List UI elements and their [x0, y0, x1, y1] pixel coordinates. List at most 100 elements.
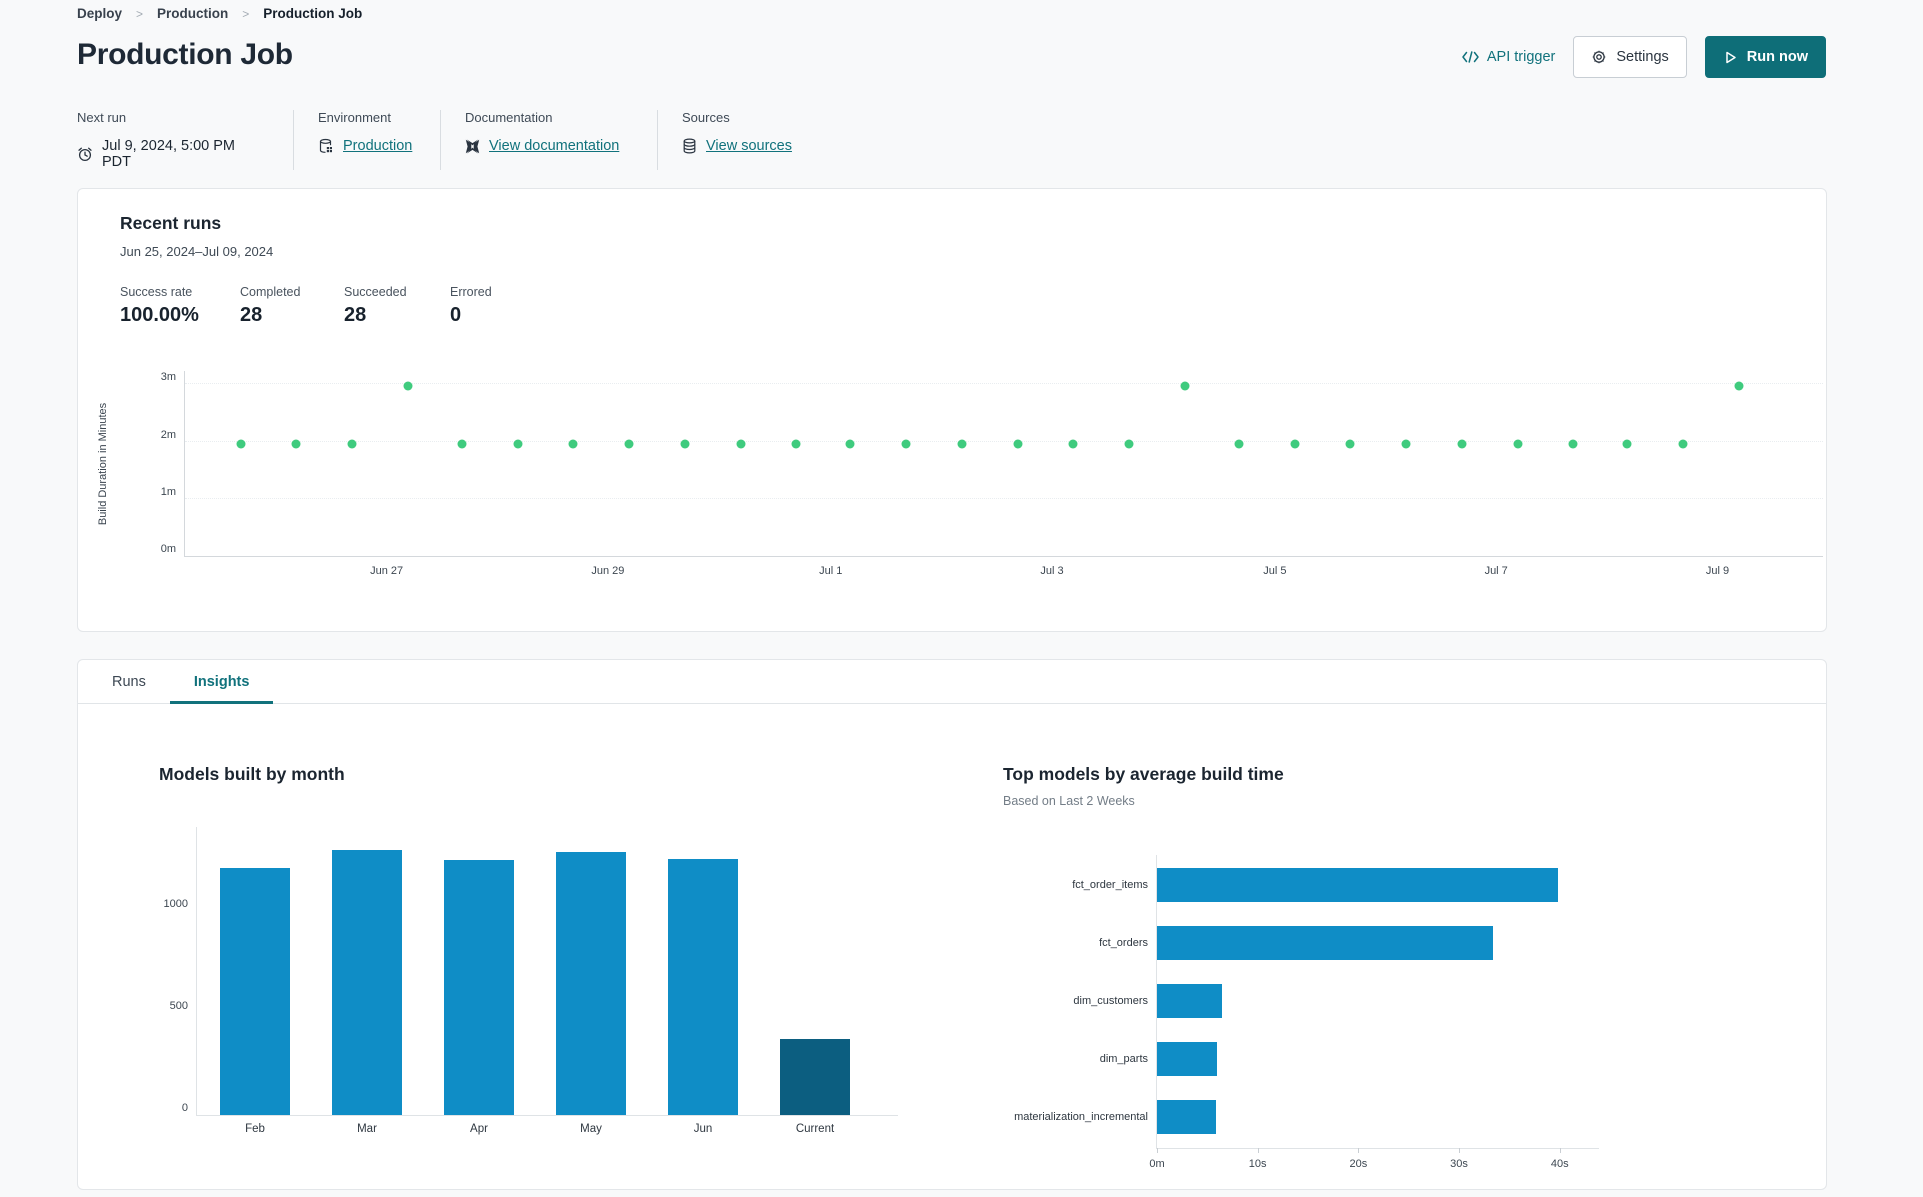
- hbar-axis-tickmark: [1358, 1148, 1360, 1153]
- bar-category-label: Apr: [470, 1123, 488, 1135]
- insights-card: Runs Insights Models built by month Top …: [77, 659, 1827, 1190]
- scatter-gridline: [185, 383, 1823, 385]
- build-duration-scatter-chart: 0m 1m 2m 3m Jun 27 Jun 29 Jul 1 Jul 3 Jul 5 Jul 7…: [161, 371, 1823, 577]
- bar: [444, 860, 514, 1115]
- sources-label: Sources: [682, 110, 730, 125]
- scatter-point: [1124, 439, 1134, 449]
- scatter-point: [1290, 439, 1300, 449]
- next-run-value: Jul 9, 2024, 5:00 PM PDT: [102, 138, 235, 170]
- scatter-point: [403, 381, 413, 391]
- gear-icon: [1591, 49, 1607, 65]
- page-title: Production Job: [77, 38, 293, 71]
- stat-value: 0: [450, 304, 462, 326]
- scatter-point: [1180, 381, 1190, 391]
- scatter-point: [513, 439, 523, 449]
- scatter-point: [1345, 439, 1355, 449]
- meta-next-run: Next run Jul 9, 2024, 5:00 PM PDT: [77, 110, 293, 170]
- bar: [556, 851, 626, 1115]
- bar-category-label: Feb: [245, 1123, 265, 1135]
- recent-runs-stats: Success rate 100.00% Completed 28 Succee…: [120, 285, 492, 327]
- scatter-point: [1068, 439, 1078, 449]
- models-built-chart-title: Models built by month: [159, 764, 345, 784]
- hbar-axis-tickmark: [1559, 1148, 1561, 1153]
- documentation-label: Documentation: [465, 110, 553, 125]
- breadcrumb-production[interactable]: Production: [157, 6, 228, 21]
- view-sources-link[interactable]: View sources: [706, 138, 792, 154]
- scatter-point: [291, 439, 301, 449]
- scatter-ytick-label: 0m: [160, 543, 176, 555]
- scatter-point: [457, 439, 467, 449]
- scatter-point: [1568, 439, 1578, 449]
- scatter-gridline: [185, 497, 1823, 499]
- hbar-axis-tickmark: [1157, 1148, 1158, 1153]
- stat-succeeded: Succeeded 28: [344, 285, 450, 327]
- scatter-point: [957, 439, 967, 449]
- tab-bar: Runs Insights: [78, 660, 1826, 704]
- bar-ytick-label: 500: [169, 1000, 188, 1013]
- bar: [332, 849, 402, 1115]
- top-models-chart-subtitle: Based on Last 2 Weeks: [1003, 794, 1135, 808]
- play-icon: [1723, 50, 1738, 65]
- environment-database-icon: [318, 138, 334, 154]
- scatter-point: [680, 439, 690, 449]
- breadcrumb-separator-icon: >: [242, 6, 250, 21]
- api-trigger-link[interactable]: API trigger: [1462, 49, 1556, 65]
- header-actions: API trigger Settings Run now: [1462, 36, 1826, 78]
- top-models-chart-title: Top models by average build time: [1003, 764, 1284, 784]
- bar-ytick-label: 1000: [163, 898, 188, 911]
- breadcrumb-deploy[interactable]: Deploy: [77, 6, 122, 21]
- environment-link[interactable]: Production: [343, 138, 412, 154]
- scatter-ytick-label: 2m: [160, 428, 176, 441]
- job-meta-row: Next run Jul 9, 2024, 5:00 PM PDT Enviro…: [77, 110, 820, 170]
- scatter-xtick-label: Jul 9: [1705, 565, 1730, 577]
- hbar-category-label: fct_order_items: [1072, 879, 1148, 891]
- meta-environment: Environment Production: [318, 110, 440, 170]
- hbar-xtick-label: 0m: [1149, 1158, 1165, 1170]
- scatter-y-axis-label: Build Duration in Minutes: [97, 402, 110, 526]
- environment-label: Environment: [318, 110, 391, 125]
- scatter-point: [1678, 439, 1688, 449]
- scatter-gridline: [185, 440, 1823, 442]
- run-now-label: Run now: [1746, 49, 1808, 65]
- scatter-point: [1734, 381, 1744, 391]
- bar: [668, 859, 738, 1115]
- hbar-axis-tickmark: [1257, 1148, 1259, 1153]
- production-job-page: Deploy > Production > Production Job Pro…: [0, 0, 1923, 1197]
- bar-category-label: Jun: [693, 1123, 713, 1135]
- hbar-xtick-label: 10s: [1248, 1158, 1267, 1170]
- stat-value: 28: [240, 304, 263, 326]
- next-run-label: Next run: [77, 110, 127, 125]
- hbar-category-label: dim_customers: [1073, 995, 1148, 1007]
- run-now-button[interactable]: Run now: [1704, 36, 1826, 78]
- scatter-point: [1013, 439, 1023, 449]
- view-documentation-link[interactable]: View documentation: [489, 138, 619, 154]
- scatter-point: [1234, 439, 1244, 449]
- hbar-bar: [1157, 984, 1223, 1018]
- bar-ytick-label: 0: [181, 1102, 188, 1114]
- tab-runs[interactable]: Runs: [88, 660, 170, 703]
- scatter-point: [901, 439, 911, 449]
- breadcrumb: Deploy > Production > Production Job: [77, 6, 362, 21]
- scatter-point: [568, 439, 578, 449]
- settings-label: Settings: [1616, 49, 1669, 65]
- scatter-point: [736, 439, 746, 449]
- code-icon: [1462, 51, 1479, 63]
- scatter-point: [236, 439, 246, 449]
- hbar-bar: [1157, 1042, 1218, 1076]
- bar: [220, 868, 290, 1115]
- alarm-clock-icon: [77, 146, 93, 162]
- scatter-xtick-label: Jun 27: [370, 565, 404, 577]
- top-models-hbar-chart: 0m 10s 20s 30s 40s fct_order_items fct_orders d…: [1014, 855, 1599, 1170]
- stat-completed: Completed 28: [240, 285, 344, 327]
- hbar-xtick-label: 20s: [1349, 1158, 1368, 1170]
- sources-database-icon: [682, 138, 697, 154]
- recent-runs-card: Recent runs Jun 25, 2024–Jul 09, 2024 Su…: [77, 188, 1827, 632]
- stat-label: Succeeded: [344, 285, 407, 299]
- hbar-bar: [1157, 868, 1558, 902]
- settings-button[interactable]: Settings: [1573, 36, 1687, 78]
- stat-label: Success rate: [120, 285, 193, 299]
- tab-insights[interactable]: Insights: [169, 660, 274, 704]
- scatter-ytick-label: 1m: [160, 485, 176, 498]
- api-trigger-label: API trigger: [1486, 49, 1556, 65]
- meta-divider: [440, 110, 441, 170]
